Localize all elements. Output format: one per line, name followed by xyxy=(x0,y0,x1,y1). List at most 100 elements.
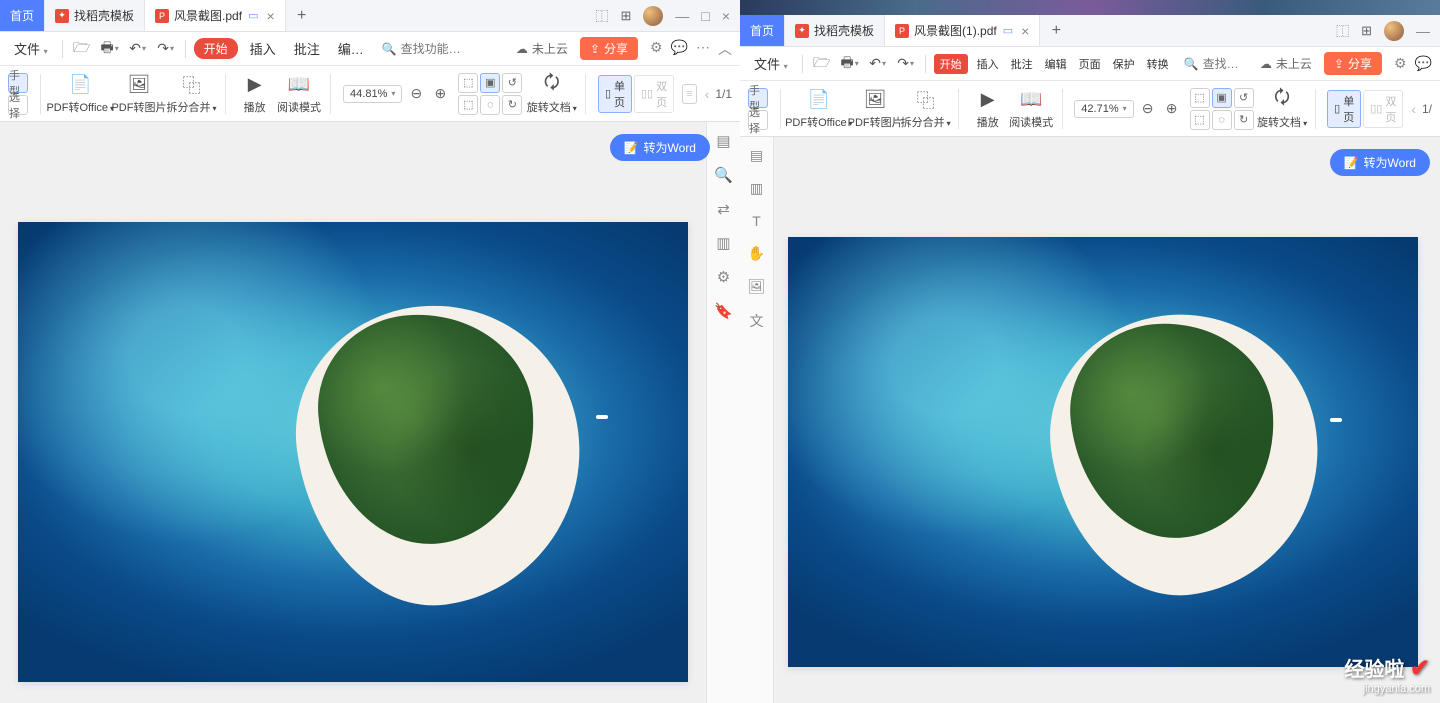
rotate-doc[interactable]: 🗘旋转文档 xyxy=(1262,88,1303,130)
more-icon[interactable]: ⋯ xyxy=(696,39,710,59)
settings-icon[interactable]: ⚙ xyxy=(650,39,663,59)
annotate-tab[interactable]: 批注 xyxy=(288,39,326,58)
open-icon[interactable]: 🗁 xyxy=(71,38,93,60)
single-page[interactable]: ▯单页 xyxy=(598,75,632,113)
pdf-to-office[interactable]: 📄PDF转Office xyxy=(53,73,108,115)
play-button[interactable]: ▶播放 xyxy=(238,73,272,115)
file-menu[interactable]: 文件 ▾ xyxy=(8,39,54,58)
tab-close-icon[interactable]: × xyxy=(266,8,274,24)
file-menu[interactable]: 文件 ▾ xyxy=(748,54,794,73)
page-tab[interactable]: 页面 xyxy=(1076,56,1104,72)
document-canvas[interactable]: 📝转为Word ▤ 🔍 ⇄ ▥ ⚙ 🔖 xyxy=(0,122,740,703)
prev-page[interactable]: ‹ xyxy=(705,86,710,102)
sb-cn-icon[interactable]: 文 xyxy=(750,311,764,331)
minimize-button[interactable]: — xyxy=(675,8,689,24)
chat-icon[interactable]: 💬 xyxy=(1415,55,1432,72)
rotate-left[interactable]: ↺ xyxy=(502,73,522,93)
layout-icon[interactable]: ⿰ xyxy=(595,6,608,25)
sb-bookmark-icon[interactable]: 🔖 xyxy=(714,302,733,320)
zoom-in[interactable]: ⊕ xyxy=(430,84,450,104)
rotate-right[interactable]: ↻ xyxy=(1234,110,1254,130)
new-tab-button[interactable]: + xyxy=(286,0,318,31)
sb-page-icon[interactable]: ▥ xyxy=(716,234,730,252)
edit-tab[interactable]: 编… xyxy=(332,39,370,58)
sb-zoom-icon[interactable]: 🔍 xyxy=(714,166,733,184)
sb-settings-icon[interactable]: ⚙ xyxy=(717,268,730,286)
grid-icon[interactable]: ⊞ xyxy=(1361,23,1372,39)
print-icon[interactable]: 🖶 xyxy=(839,53,861,75)
select-tool[interactable]: 选择 xyxy=(8,95,28,115)
undo-icon[interactable]: ↶ xyxy=(127,38,149,60)
tab-min-icon[interactable]: ▭ xyxy=(248,9,258,22)
select-tool[interactable]: 选择 xyxy=(748,110,768,130)
close-button[interactable]: × xyxy=(722,8,730,24)
share-button[interactable]: ⇪分享 xyxy=(580,37,638,60)
search-input[interactable] xyxy=(401,42,498,56)
zoom-out[interactable]: ⊖ xyxy=(406,84,426,104)
cloud-status[interactable]: ☁未上云 xyxy=(510,40,574,57)
tab-file[interactable]: P风景截图.pdf▭× xyxy=(145,0,286,31)
zoom-value[interactable]: 44.81% xyxy=(343,85,402,103)
convert-tab[interactable]: 转换 xyxy=(1144,56,1172,72)
tab-close-icon[interactable]: × xyxy=(1021,23,1029,39)
dashed-tool[interactable]: ◌ xyxy=(1212,110,1232,130)
fit-page[interactable]: ▣ xyxy=(1212,88,1232,108)
settings-icon[interactable]: ⚙ xyxy=(1394,55,1407,72)
sb-doc-icon[interactable]: ▤ xyxy=(716,132,730,150)
fit-page[interactable]: ▣ xyxy=(480,73,500,93)
read-mode[interactable]: 📖阅读模式 xyxy=(1013,88,1050,130)
new-tab-button[interactable]: + xyxy=(1040,15,1072,46)
read-mode[interactable]: 📖阅读模式 xyxy=(280,73,319,115)
double-page[interactable]: ▯▯双页 xyxy=(1363,90,1403,128)
search-box[interactable]: 🔍 xyxy=(1178,57,1248,71)
tab-home[interactable]: 首页 xyxy=(740,15,785,46)
prev-page[interactable]: ‹ xyxy=(1411,101,1416,117)
redo-icon[interactable]: ↷ xyxy=(155,38,177,60)
tab-template[interactable]: ✦找稻壳模板 xyxy=(785,15,885,46)
insert-tab[interactable]: 插入 xyxy=(974,56,1002,72)
start-tab[interactable]: 开始 xyxy=(934,54,968,74)
tab-min-icon[interactable]: ▭ xyxy=(1003,24,1013,37)
pdf-to-image[interactable]: 🖼PDF转图片 xyxy=(116,73,162,115)
annotate-tab[interactable]: 批注 xyxy=(1008,56,1036,72)
crop-tool[interactable]: ⬚ xyxy=(1190,110,1210,130)
sb-hand-icon[interactable]: ✋ xyxy=(748,245,765,262)
pdf-to-image[interactable]: 🖼PDF转图片 xyxy=(853,88,897,130)
maximize-button[interactable]: □ xyxy=(701,8,709,24)
avatar[interactable] xyxy=(1384,21,1404,41)
protect-tab[interactable]: 保护 xyxy=(1110,56,1138,72)
double-page[interactable]: ▯▯双页 xyxy=(634,75,674,113)
avatar[interactable] xyxy=(643,6,663,26)
document-canvas[interactable]: ▤ ▥ T ✋ 🖼 文 📝转为Word xyxy=(740,137,1440,703)
convert-word-button[interactable]: 📝转为Word xyxy=(1330,149,1430,176)
rotate-doc[interactable]: 🗘旋转文档 xyxy=(530,73,573,115)
continuous-mode[interactable]: ≡ xyxy=(682,84,697,104)
split-merge[interactable]: ⿻拆分合并 xyxy=(170,73,213,115)
sb-page-icon[interactable]: ▥ xyxy=(750,180,763,197)
convert-word-button[interactable]: 📝转为Word xyxy=(610,134,710,161)
minimize-button[interactable]: — xyxy=(1416,23,1430,39)
print-icon[interactable]: 🖶 xyxy=(99,38,121,60)
undo-icon[interactable]: ↶ xyxy=(867,53,889,75)
fit-width[interactable]: ⬚ xyxy=(458,73,478,93)
sb-doc-icon[interactable]: ▤ xyxy=(750,147,763,164)
edit-tab[interactable]: 编辑 xyxy=(1042,56,1070,72)
search-input[interactable] xyxy=(1203,57,1242,71)
play-button[interactable]: ▶播放 xyxy=(971,88,1005,130)
crop-tool[interactable]: ⬚ xyxy=(458,95,478,115)
share-button[interactable]: ⇪分享 xyxy=(1324,52,1382,75)
chat-icon[interactable]: 💬 xyxy=(671,39,688,59)
sb-img-icon[interactable]: 🖼 xyxy=(748,278,766,295)
layout-icon[interactable]: ⿰ xyxy=(1336,21,1349,40)
open-icon[interactable]: 🗁 xyxy=(811,53,833,75)
zoom-value[interactable]: 42.71% xyxy=(1074,100,1133,118)
tab-template[interactable]: ✦找稻壳模板 xyxy=(45,0,145,31)
dashed-tool[interactable]: ◌ xyxy=(480,95,500,115)
redo-icon[interactable]: ↷ xyxy=(895,53,917,75)
pdf-to-office[interactable]: 📄PDF转Office xyxy=(793,88,845,130)
zoom-out[interactable]: ⊖ xyxy=(1138,99,1158,119)
collapse-icon[interactable]: ︿ xyxy=(718,39,732,59)
zoom-in[interactable]: ⊕ xyxy=(1162,99,1182,119)
cloud-status[interactable]: ☁未上云 xyxy=(1254,55,1318,72)
fit-width[interactable]: ⬚ xyxy=(1190,88,1210,108)
